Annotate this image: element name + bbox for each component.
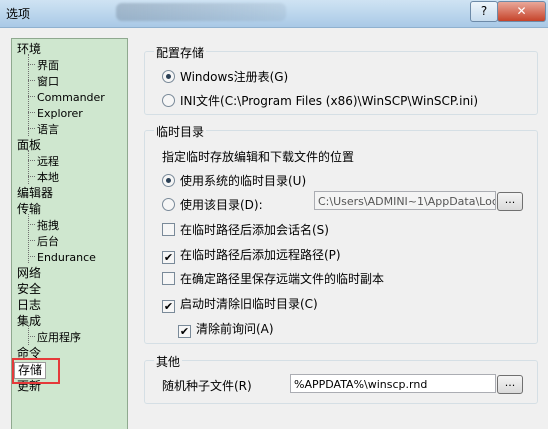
tree-item-transfer[interactable]: 传输 (17, 202, 41, 217)
tree-item-commander[interactable]: Commander (37, 90, 105, 105)
check-ask-box[interactable]: ✔ (178, 325, 191, 338)
check-keep-copy[interactable]: 在确定路径里保存远端文件的临时副本 (162, 270, 384, 287)
radio-registry-label: Windows注册表(G) (180, 70, 289, 84)
other-title: 其他 (154, 353, 183, 370)
check-cleanup[interactable]: ✔ 启动时清除旧临时目录(C) (162, 295, 318, 313)
radio-system-temp-button[interactable] (162, 174, 175, 187)
tree-item-remote[interactable]: 远程 (37, 154, 59, 169)
radio-custom-temp-button[interactable] (162, 198, 175, 211)
tree-item-background[interactable]: 后台 (37, 234, 59, 249)
check-remote-path-box[interactable]: ✔ (162, 251, 175, 264)
check-cleanup-label: 启动时清除旧临时目录(C) (180, 297, 318, 311)
tree-item-window[interactable]: 窗口 (37, 74, 59, 89)
config-storage-title: 配置存储 (154, 44, 207, 61)
check-session-name-label: 在临时路径后添加会话名(S) (180, 223, 329, 237)
radio-ini-label: INI文件(C:\Program Files (x86)\WinSCP\WinS… (180, 94, 479, 108)
check-ask-label: 清除前询问(A) (196, 322, 274, 336)
tree-item-panels[interactable]: 面板 (17, 138, 41, 153)
custom-temp-browse-button[interactable]: ... (497, 192, 523, 211)
radio-registry-button[interactable] (162, 70, 175, 83)
tree-item-network[interactable]: 网络 (17, 266, 41, 281)
tree-item-security[interactable]: 安全 (17, 282, 41, 297)
tree-item-applications[interactable]: 应用程序 (37, 330, 81, 345)
check-cleanup-box[interactable]: ✔ (162, 300, 175, 313)
options-dialog: 选项 ? ✕ 环境 界面 窗口 Commander Explorer 语言 面板… (0, 0, 548, 429)
close-button[interactable]: ✕ (497, 1, 546, 22)
radio-ini-button[interactable] (162, 94, 175, 107)
tree-item-drag-drop[interactable]: 拖拽 (37, 218, 59, 233)
radio-ini[interactable]: INI文件(C:\Program Files (x86)\WinSCP\WinS… (162, 92, 478, 109)
tree-item-logging[interactable]: 日志 (17, 298, 41, 313)
tree-item-interface[interactable]: 界面 (37, 58, 59, 73)
tree-item-local[interactable]: 本地 (37, 170, 59, 185)
check-remote-path[interactable]: ✔ 在临时路径后添加远程路径(P) (162, 246, 341, 264)
tree-item-language[interactable]: 语言 (37, 122, 59, 137)
blurred-region (116, 3, 286, 21)
seed-file-input[interactable]: %APPDATA%\winscp.rnd (290, 374, 496, 393)
tree-item-integration[interactable]: 集成 (17, 314, 41, 329)
check-keep-copy-label: 在确定路径里保存远端文件的临时副本 (180, 272, 385, 286)
radio-registry[interactable]: Windows注册表(G) (162, 68, 288, 85)
check-session-name-box[interactable] (162, 223, 175, 236)
seed-file-label: 随机种子文件(R) (162, 379, 252, 393)
seed-file-browse-button[interactable]: ... (497, 375, 523, 394)
check-ask[interactable]: ✔ 清除前询问(A) (178, 320, 274, 338)
radio-system-temp-label: 使用系统的临时目录(U) (180, 174, 307, 188)
temp-dir-title: 临时目录 (154, 123, 207, 140)
radio-custom-temp-label: 使用该目录(D): (180, 198, 263, 212)
tree-item-editor[interactable]: 编辑器 (17, 186, 53, 201)
custom-temp-path-input[interactable]: C:\Users\ADMINI~1\AppData\Local\ (314, 191, 496, 210)
window-title: 选项 (6, 7, 31, 21)
check-keep-copy-box[interactable] (162, 272, 175, 285)
title-bar: 选项 ? ✕ (0, 0, 548, 28)
tree-item-explorer[interactable]: Explorer (37, 106, 83, 121)
tree-item-endurance[interactable]: Endurance (37, 250, 96, 265)
tree-item-environment[interactable]: 环境 (17, 42, 41, 57)
temp-dir-description: 指定临时存放编辑和下载文件的位置 (162, 150, 355, 164)
radio-custom-temp[interactable]: 使用该目录(D): (162, 196, 263, 213)
radio-system-temp[interactable]: 使用系统的临时目录(U) (162, 172, 306, 189)
check-remote-path-label: 在临时路径后添加远程路径(P) (180, 248, 341, 262)
check-session-name[interactable]: 在临时路径后添加会话名(S) (162, 221, 329, 238)
help-button[interactable]: ? (470, 1, 498, 22)
highlight-box (12, 358, 60, 384)
